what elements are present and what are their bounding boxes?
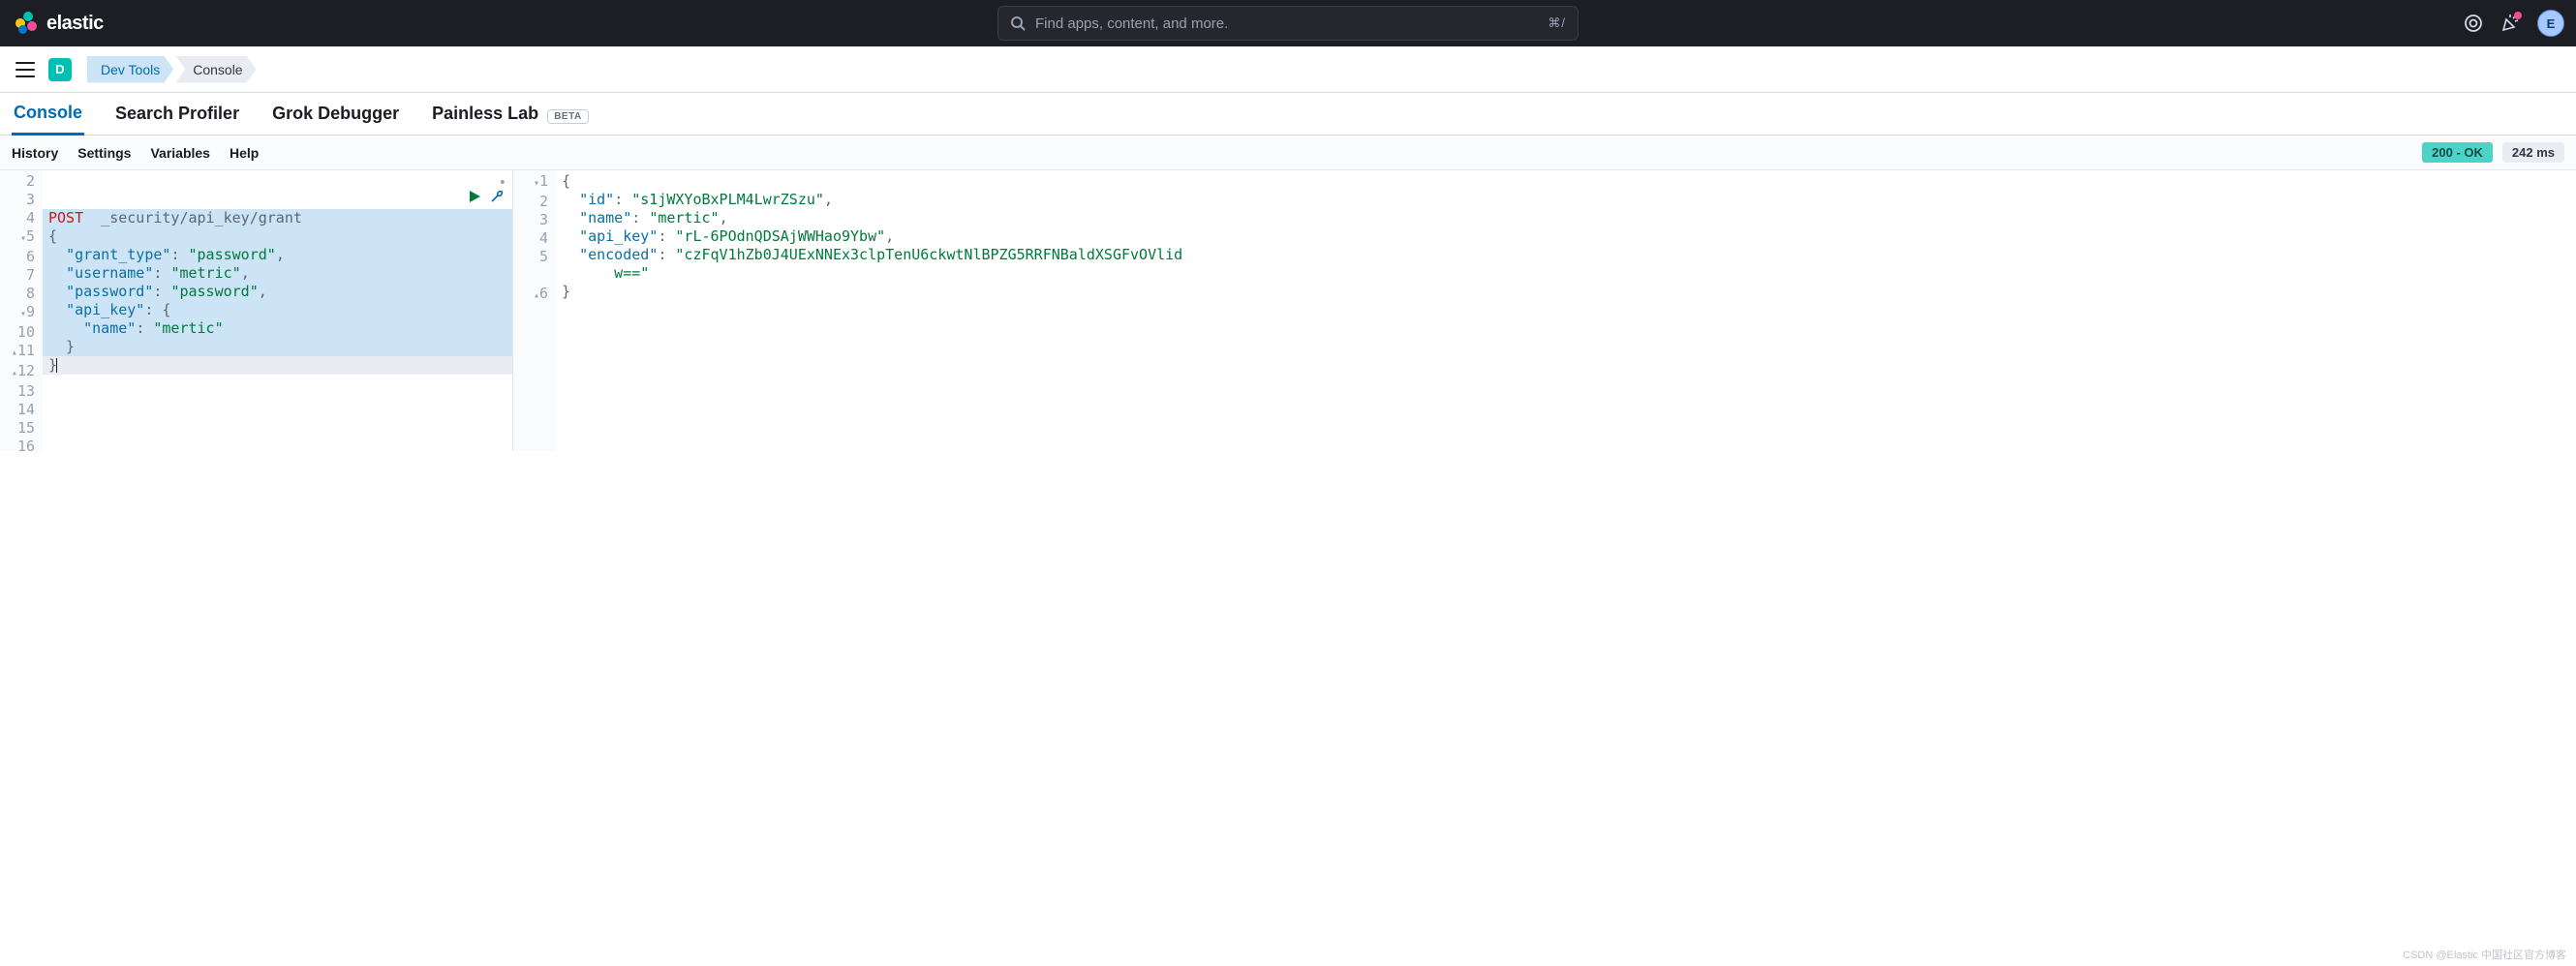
notification-dot <box>2514 12 2522 19</box>
search-kbd-hint: ⌘/ <box>1548 15 1566 31</box>
response-time: 242 ms <box>2502 142 2564 163</box>
request-editor[interactable]: • POST _security/api_key/grant{ "grant_t… <box>43 170 512 451</box>
help-link[interactable]: Help <box>230 145 259 161</box>
beta-badge: BETA <box>547 109 588 124</box>
tab-grok-debugger[interactable]: Grok Debugger <box>270 94 401 134</box>
header-right: E <box>2464 10 2564 37</box>
breadcrumb-bar: D Dev Tools Console <box>0 46 2576 93</box>
app-badge[interactable]: D <box>48 58 72 81</box>
tab-console[interactable]: Console <box>12 93 84 136</box>
response-gutter: ▾12345 ▴6 <box>513 170 556 451</box>
response-pane: ▾12345 ▴6 { "id": "s1jWXYoBxPLM4LwrZSzu"… <box>513 170 2576 451</box>
newsfeed-icon[interactable] <box>2500 14 2520 33</box>
history-link[interactable]: History <box>12 145 58 161</box>
response-status: 200 - OK <box>2422 142 2493 163</box>
request-pane: 234▾5678▾910▴11▴1213141516 • POST _secur… <box>0 170 513 451</box>
tab-search-profiler[interactable]: Search Profiler <box>113 94 241 134</box>
search-input[interactable] <box>1035 15 1538 32</box>
tabs-row: Console Search Profiler Grok Debugger Pa… <box>0 93 2576 136</box>
send-request-icon[interactable] <box>468 190 481 203</box>
request-actions <box>468 189 505 204</box>
response-viewer[interactable]: { "id": "s1jWXYoBxPLM4LwrZSzu", "name": … <box>556 170 2576 451</box>
help-icon[interactable] <box>2464 14 2483 33</box>
console-toolbar: History Settings Variables Help 200 - OK… <box>0 136 2576 170</box>
request-options-icon[interactable] <box>489 189 505 204</box>
request-gutter: 234▾5678▾910▴11▴1213141516 <box>0 170 43 451</box>
top-header: elastic ⌘/ E <box>0 0 2576 46</box>
tab-painless-lab[interactable]: Painless Lab BETA <box>430 94 591 134</box>
global-search: ⌘/ <box>997 6 1579 41</box>
variables-link[interactable]: Variables <box>150 145 210 161</box>
settings-link[interactable]: Settings <box>77 145 131 161</box>
tab-painless-label: Painless Lab <box>432 104 538 123</box>
nav-toggle-icon[interactable] <box>15 62 35 77</box>
breadcrumb-devtools[interactable]: Dev Tools <box>87 56 173 83</box>
editor-split: 234▾5678▾910▴11▴1213141516 • POST _secur… <box>0 170 2576 451</box>
watermark-text: CSDN @Elastic 中国社区官方博客 <box>2403 947 2566 962</box>
search-icon <box>1010 15 1026 31</box>
elastic-logo-icon <box>15 12 39 35</box>
breadcrumb-console[interactable]: Console <box>175 56 256 83</box>
search-box[interactable]: ⌘/ <box>997 6 1579 41</box>
user-avatar[interactable]: E <box>2537 10 2564 37</box>
brand-text: elastic <box>46 13 104 35</box>
brand-logo[interactable]: elastic <box>15 12 104 35</box>
